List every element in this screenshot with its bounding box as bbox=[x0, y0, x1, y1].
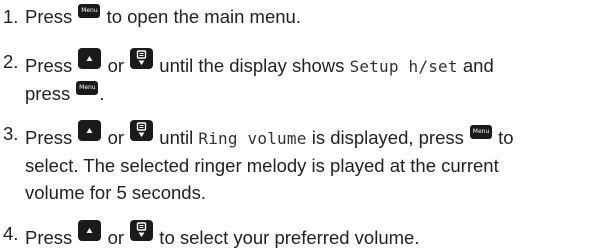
step-number: 4. bbox=[3, 223, 19, 244]
step-text-fragment: to select your preferred volume. bbox=[154, 227, 420, 248]
menu-key-icon: Menu bbox=[78, 4, 101, 18]
step-text-fragment: Press bbox=[25, 227, 78, 248]
step-text-fragment: select. The selected ringer melody is pl… bbox=[25, 155, 499, 176]
step-text-fragment: Press bbox=[25, 127, 78, 148]
menu-key-icon: Menu bbox=[76, 81, 99, 95]
step-text-fragment: to open the main menu. bbox=[101, 6, 301, 27]
display-text: Setup h/set bbox=[349, 57, 458, 76]
step-text-fragment: or bbox=[102, 127, 130, 148]
up-arrow-key-icon bbox=[78, 120, 102, 141]
menu-key-icon: Menu bbox=[470, 125, 493, 139]
step-text-fragment: until bbox=[154, 127, 199, 148]
step-number: 1. bbox=[3, 6, 19, 27]
step-text-fragment: Press bbox=[25, 6, 78, 27]
step-text-fragment: volume for 5 seconds. bbox=[25, 182, 206, 203]
step-text-fragment: and bbox=[457, 55, 494, 76]
menu-key-label: Menu bbox=[81, 7, 98, 14]
step-number: 2. bbox=[3, 51, 19, 72]
step-text: Press or until the display shows Setup h… bbox=[25, 48, 597, 107]
step-text-fragment: is displayed, press bbox=[306, 127, 470, 148]
step-text-fragment: . bbox=[99, 83, 105, 104]
up-arrow-key-icon bbox=[78, 220, 102, 241]
step-text-fragment: or bbox=[102, 227, 130, 248]
step-text-fragment: to bbox=[493, 127, 514, 148]
up-arrow-key-icon bbox=[78, 48, 102, 69]
phonebook-down-key-icon bbox=[130, 220, 154, 241]
step-text-fragment: until the display shows bbox=[154, 55, 350, 76]
step-text-fragment: Press bbox=[25, 55, 78, 76]
menu-key-label: Menu bbox=[79, 84, 96, 91]
step-text-fragment: or bbox=[102, 55, 130, 76]
step-text: Press Menu to open the main menu. bbox=[25, 3, 597, 30]
phonebook-down-key-icon bbox=[130, 48, 154, 69]
step-text: Press or to select your preferred volume… bbox=[25, 220, 597, 251]
step-number: 3. bbox=[3, 123, 19, 144]
step-text-fragment: press bbox=[25, 83, 76, 104]
phonebook-down-key-icon bbox=[130, 120, 154, 141]
menu-key-label: Menu bbox=[472, 128, 490, 135]
step-text: Press or until Ring volume is displayed,… bbox=[25, 120, 597, 206]
display-text: Ring volume bbox=[198, 129, 307, 148]
